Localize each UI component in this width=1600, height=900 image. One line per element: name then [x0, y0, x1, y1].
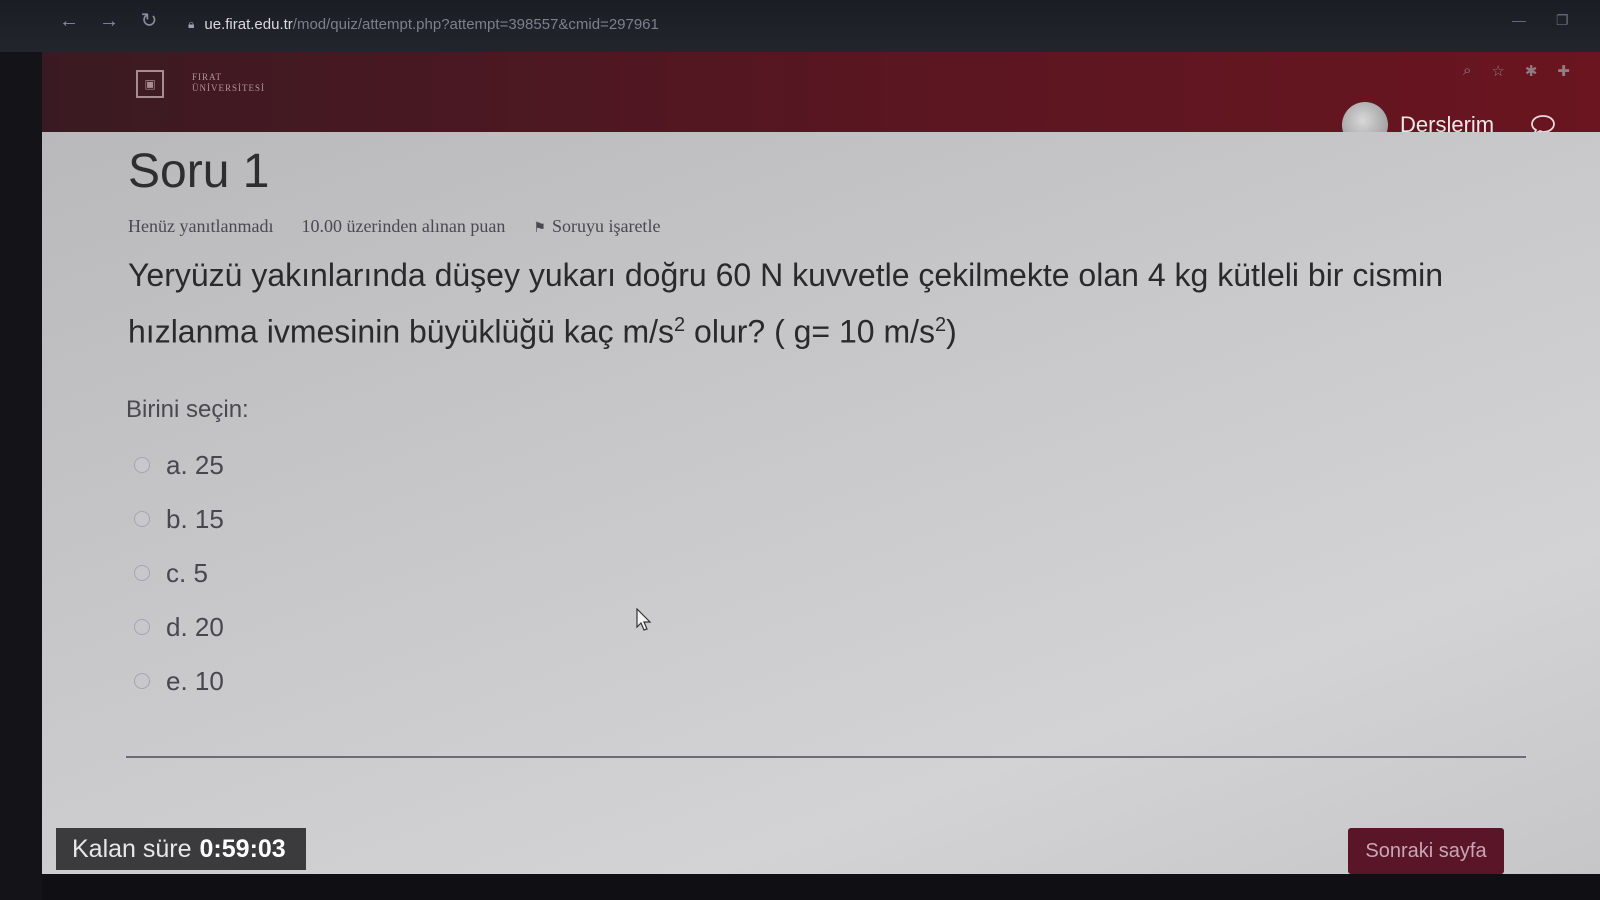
superscript: 2 — [674, 314, 686, 336]
question-info: Henüz yanıtlanmadı 10.00 üzerinden alına… — [128, 216, 660, 237]
quiz-content: Soru 1 Henüz yanıtlanmadı 10.00 üzerinde… — [42, 132, 1600, 874]
radio-button[interactable] — [134, 673, 150, 689]
answer-label: b. 15 — [166, 503, 224, 534]
question-text-part: olur? ( g= 10 m/s — [685, 313, 936, 350]
mouse-cursor-icon — [636, 608, 652, 631]
flag-question-label: Soruyu işaretle — [551, 216, 661, 236]
university-logo-icon[interactable]: ▣ — [136, 70, 164, 98]
browser-toolbar: ← → ↻ 🔒︎ ue.firat.edu.tr/mod/quiz/attemp… — [0, 0, 1600, 52]
answer-list: a. 25 b. 15 c. 5 d. 20 e. 10 — [134, 438, 224, 708]
question-text-part: ) — [946, 313, 957, 350]
radio-button[interactable] — [134, 619, 150, 635]
next-page-button[interactable]: Sonraki sayfa — [1348, 828, 1504, 874]
restore-icon[interactable]: ❐ — [1556, 12, 1569, 29]
answer-option-d[interactable]: d. 20 — [134, 600, 224, 654]
address-bar[interactable]: 🔒︎ ue.firat.edu.tr/mod/quiz/attempt.php?… — [188, 10, 659, 38]
url-host: ue.firat.edu.tr — [204, 15, 293, 33]
star-icon[interactable]: ☆ — [1491, 62, 1504, 80]
radio-button[interactable] — [134, 457, 150, 473]
radio-button[interactable] — [134, 511, 150, 527]
question-text: Yeryüzü yakınlarında düşey yukarı doğru … — [128, 250, 1548, 357]
flag-question-link[interactable]: ⚑ Soruyu işaretle — [533, 216, 660, 237]
choose-label: Birini seçin: — [126, 396, 249, 423]
browser-extension-icons: ⌕ ☆ ✱ ✚ — [1463, 62, 1570, 80]
timer-label: Kalan süre — [72, 834, 192, 863]
question-status: Henüz yanıtlanmadı — [128, 216, 274, 236]
timer: Kalan süre 0:59:03 — [56, 828, 306, 870]
url-path: /mod/quiz/attempt.php?attempt=398557&cmi… — [292, 15, 659, 33]
puzzle-icon[interactable]: ✚ — [1557, 62, 1570, 80]
answer-option-a[interactable]: a. 25 — [134, 438, 224, 492]
answer-label: a. 25 — [166, 449, 224, 480]
zoom-icon[interactable]: ⌕ — [1463, 62, 1471, 80]
answer-label: d. 20 — [166, 611, 224, 642]
timer-value: 0:59:03 — [199, 834, 286, 863]
divider — [126, 756, 1526, 758]
answer-option-b[interactable]: b. 15 — [134, 492, 224, 546]
answer-label: e. 10 — [166, 665, 224, 696]
answer-label: c. 5 — [166, 557, 208, 588]
minimize-icon[interactable]: — — [1512, 12, 1526, 28]
lock-icon: 🔒︎ — [188, 16, 195, 31]
answer-option-c[interactable]: c. 5 — [134, 546, 224, 600]
answer-option-e[interactable]: e. 10 — [134, 654, 224, 708]
superscript: 2 — [935, 314, 947, 336]
question-title: Soru 1 — [128, 145, 270, 198]
extension-icon[interactable]: ✱ — [1525, 62, 1538, 80]
forward-arrow-icon[interactable]: → — [96, 8, 122, 34]
flag-icon: ⚑ — [533, 221, 546, 236]
back-arrow-icon[interactable]: ← — [56, 8, 82, 34]
university-logo-text: FIRAT ÜNİVERSİTESİ — [192, 72, 265, 93]
question-points: 10.00 üzerinden alınan puan — [301, 216, 506, 236]
radio-button[interactable] — [134, 565, 150, 581]
screen-bezel-left — [0, 0, 42, 900]
reload-icon[interactable]: ↻ — [136, 8, 162, 34]
